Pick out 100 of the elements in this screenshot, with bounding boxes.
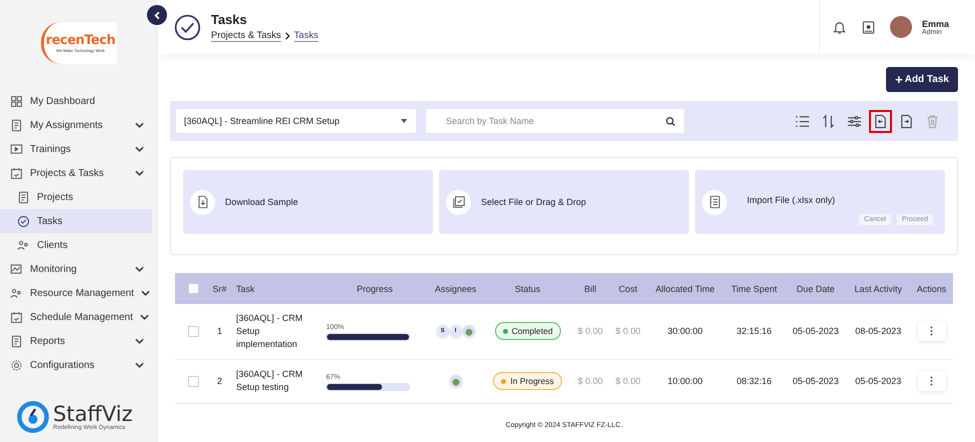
file-icon [708,195,722,209]
chevron-down-icon [135,170,144,176]
chevron-down-icon [135,362,144,368]
user-name: Emma [922,18,949,28]
task-name: [360AQL] - CRM Setup testing [236,369,303,392]
menu-icon [10,118,23,132]
menu-icon [17,238,30,252]
task-name: [360AQL] - CRM Setup implementation [236,313,303,349]
column-header: Bill [584,284,596,294]
search-field[interactable]: Search by Task Name [426,109,684,133]
column-header: Status [514,284,540,294]
import-option-label: Import File (.xlsx only) [747,195,836,205]
sidebar-item[interactable]: Tasks [0,209,152,233]
breadcrumb-link[interactable]: Projects & Tasks [211,30,282,42]
page-title: Tasks [211,12,248,27]
table-cell: $ 0.00 [615,326,640,336]
sidebar-item[interactable]: Reports [0,329,158,353]
file-import-icon [873,114,888,128]
sidebar-item[interactable]: Resource Management [0,281,158,305]
import-option-label: Select File or Drag & Drop [481,197,586,207]
menu-icon [10,142,23,156]
table-cell: 1 [217,326,222,336]
search-icon [665,116,676,126]
column-header: Allocated Time [656,284,715,294]
list-icon [795,114,810,128]
column-header: Time Spent [731,284,777,294]
import-button[interactable] [869,110,892,132]
sort-icon [821,114,836,128]
chevron-right-icon [285,32,290,40]
table-cell: 30:00:00 [668,326,703,336]
column-header: Actions [916,284,946,294]
select-all-checkbox[interactable] [188,283,198,294]
sidebar-item[interactable]: Trainings [0,137,158,161]
sidebar-item[interactable]: Monitoring [0,257,158,281]
import-option-card[interactable]: Select File or Drag & Drop [439,170,689,234]
user-avatar[interactable] [890,16,912,38]
menu-icon [10,262,23,276]
sidebar-item[interactable]: Clients [0,233,158,257]
table-cell: 08-05-2023 [855,326,902,336]
chevron-left-icon [152,10,162,20]
table-cell: 05-05-2023 [792,376,839,386]
row-checkbox[interactable] [188,376,198,387]
project-dropdown[interactable]: [360AQL] - Streamline REI CRM Setup [176,109,416,133]
chevron-down-icon [135,146,144,152]
status-badge: In Progress [493,372,562,390]
sidebar-item[interactable]: Projects [0,185,158,209]
table-cell: 10:00:00 [668,376,703,386]
table-cell: $ 0.00 [578,376,603,386]
menu-icon [10,166,23,180]
menu-icon [10,334,23,348]
menu-icon [10,358,23,372]
more-actions-button[interactable]: ⋮ [918,321,946,342]
column-header: Cost [618,284,638,294]
table-cell: 32:15:16 [736,326,772,336]
more-actions-button[interactable]: ⋮ [918,371,946,391]
file-export-icon [899,114,914,128]
row-checkbox[interactable] [188,326,198,337]
check-circle-icon [174,14,201,40]
chevron-down-icon [135,338,144,344]
column-header: Progress [356,284,393,294]
sidebar-item[interactable]: Schedule Management [0,305,158,329]
column-header: Task [236,284,255,294]
chevron-down-icon [140,290,150,296]
sidebar-item[interactable]: My Dashboard [0,89,158,113]
table-cell: $ 0.00 [615,376,640,386]
collapse-sidebar-button[interactable] [147,5,167,25]
status-badge: Completed [494,322,561,340]
bell-icon[interactable] [832,20,847,34]
sidebar-item[interactable]: My Assignments [0,113,158,137]
column-header: Last Activity [854,284,902,294]
import-option-label: Download Sample [225,197,298,207]
menu-icon [10,286,23,300]
table-cell: 2 [217,376,222,386]
chevron-down-icon [140,314,149,320]
add-task-button[interactable]: +Add Task [886,67,958,92]
caret-down-icon [400,119,408,123]
sliders-icon [847,114,862,128]
table-cell: 05-05-2023 [855,376,902,386]
menu-icon [17,214,30,228]
table-cell: $ 0.00 [578,326,603,336]
menu-icon [17,190,30,204]
file-icon [452,195,466,209]
menu-icon [10,94,23,108]
assignee-avatar[interactable] [462,325,475,338]
import-option-card[interactable]: Download Sample [183,170,433,234]
sidebar-item[interactable]: Projects & Tasks [0,161,158,185]
column-header: Due Date [796,284,835,294]
table-cell: 05-05-2023 [792,326,839,336]
chevron-down-icon [135,122,144,128]
breadcrumb-link[interactable]: Tasks [294,30,318,42]
menu-icon [10,310,23,324]
trash-icon [925,114,940,128]
sidebar-item[interactable]: Configurations [0,353,158,377]
assignee-avatar[interactable] [450,375,462,387]
chevron-down-icon [135,266,144,272]
column-header: Assignees [434,284,476,294]
table-cell: 08:32:16 [736,376,772,386]
file-icon [196,195,210,209]
clock-in-icon[interactable] [860,20,876,34]
column-header: Sr# [212,284,227,294]
